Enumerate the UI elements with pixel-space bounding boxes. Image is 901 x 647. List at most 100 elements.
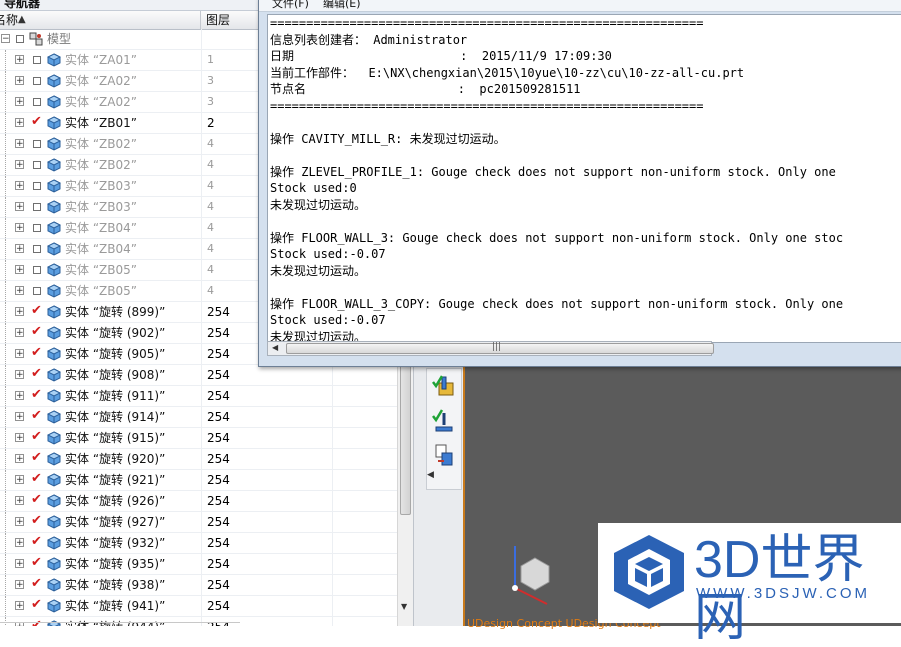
- tree-node-solid[interactable]: + ✔ 实体 “旋转 (915)” 254: [0, 428, 397, 449]
- visible-checkmark-icon[interactable]: ✔: [31, 471, 42, 486]
- tree-node-solid[interactable]: + ✔ 实体 “旋转 (911)” 254: [0, 386, 397, 407]
- tree-node-label: 实体 “ZA01”: [65, 53, 137, 67]
- tree-node-solid[interactable]: + ✔ 实体 “旋转 (927)” 254: [0, 512, 397, 533]
- expand-icon[interactable]: +: [15, 118, 24, 128]
- expand-icon[interactable]: +: [15, 496, 24, 506]
- visible-checkmark-icon[interactable]: ✔: [31, 387, 42, 402]
- scrollbar-thumb[interactable]: [400, 360, 411, 515]
- expand-icon[interactable]: +: [15, 349, 24, 359]
- gouge-check-icon[interactable]: [430, 407, 458, 435]
- tree-node-solid[interactable]: + ✔ 实体 “旋转 (921)” 254: [0, 470, 397, 491]
- verify-toolpath-icon[interactable]: [430, 373, 458, 401]
- scrollbar-thumb[interactable]: |||: [286, 342, 714, 354]
- tree-node-solid[interactable]: + ✔ 实体 “旋转 (926)” 254: [0, 491, 397, 512]
- expand-icon[interactable]: +: [15, 370, 24, 380]
- visibility-checkbox[interactable]: [33, 77, 41, 85]
- expand-icon[interactable]: +: [15, 538, 24, 548]
- expand-icon[interactable]: +: [15, 391, 24, 401]
- tree-node-solid[interactable]: + ✔ 实体 “旋转 (932)” 254: [0, 533, 397, 554]
- scroll-down-arrow-icon[interactable]: ▼: [401, 602, 407, 611]
- visible-checkmark-icon[interactable]: ✔: [31, 534, 42, 549]
- layer-cell: 254: [201, 407, 331, 427]
- menu-edit[interactable]: 编辑(E): [323, 0, 361, 11]
- info-horizontal-scrollbar[interactable]: ◀ |||: [267, 341, 714, 356]
- visible-checkmark-icon[interactable]: ✔: [31, 555, 42, 570]
- scrollbar-grip-icon: |||: [492, 342, 502, 352]
- expand-icon[interactable]: +: [15, 328, 24, 338]
- expand-icon[interactable]: +: [15, 433, 24, 443]
- solid-body-icon: [47, 95, 61, 109]
- visibility-checkbox[interactable]: [33, 203, 41, 211]
- expand-icon[interactable]: +: [15, 454, 24, 464]
- visibility-checkbox[interactable]: [16, 35, 24, 43]
- visibility-checkbox[interactable]: [33, 98, 41, 106]
- visibility-checkbox[interactable]: [33, 287, 41, 295]
- expand-icon[interactable]: +: [15, 307, 24, 317]
- tree-node-solid[interactable]: + ✔ 实体 “旋转 (908)” 254: [0, 365, 397, 386]
- visible-checkmark-icon[interactable]: ✔: [31, 345, 42, 360]
- expand-icon[interactable]: +: [15, 55, 24, 65]
- expand-icon[interactable]: +: [15, 286, 24, 296]
- visible-checkmark-icon[interactable]: ✔: [31, 450, 42, 465]
- expand-icon[interactable]: +: [15, 244, 24, 254]
- navigator-title: 导航器: [4, 0, 41, 10]
- visibility-checkbox[interactable]: [33, 224, 41, 232]
- expand-icon[interactable]: +: [15, 412, 24, 422]
- postprocess-icon[interactable]: [430, 441, 458, 469]
- expand-icon[interactable]: +: [15, 76, 24, 86]
- tree-node-solid[interactable]: + ✔ 实体 “旋转 (914)” 254: [0, 407, 397, 428]
- tree-node-solid[interactable]: + ✔ 实体 “旋转 (941)” 254: [0, 596, 397, 617]
- tree-node-solid[interactable]: + ✔ 实体 “旋转 (938)” 254: [0, 575, 397, 596]
- visible-checkmark-icon[interactable]: ✔: [31, 366, 42, 381]
- expand-icon[interactable]: +: [15, 181, 24, 191]
- menu-file[interactable]: 文件(F): [272, 0, 309, 11]
- visible-checkmark-icon[interactable]: ✔: [31, 408, 42, 423]
- info-line: 信息列表创建者： Administrator: [270, 32, 468, 47]
- visibility-checkbox[interactable]: [33, 56, 41, 64]
- visibility-checkbox[interactable]: [33, 182, 41, 190]
- expand-icon[interactable]: +: [15, 160, 24, 170]
- visibility-checkbox[interactable]: [33, 245, 41, 253]
- expand-icon[interactable]: +: [15, 475, 24, 485]
- layer-cell: 254: [201, 365, 331, 385]
- column-header-name[interactable]: 名称 ▲: [0, 11, 201, 29]
- expand-icon[interactable]: +: [15, 223, 24, 233]
- sort-ascending-icon: ▲: [18, 14, 26, 25]
- navigator-horizontal-scrollbar[interactable]: [0, 622, 240, 626]
- collapse-icon[interactable]: −: [1, 34, 10, 44]
- blank-cell: [332, 554, 398, 574]
- expand-icon[interactable]: +: [15, 139, 24, 149]
- visible-checkmark-icon[interactable]: ✔: [31, 576, 42, 591]
- visible-checkmark-icon[interactable]: ✔: [31, 324, 42, 339]
- expand-icon[interactable]: +: [15, 517, 24, 527]
- info-text-area[interactable]: ========================================…: [267, 14, 901, 343]
- expand-icon[interactable]: +: [15, 97, 24, 107]
- info-line: Stock used:0: [270, 181, 357, 195]
- info-line: 当前工作部件： E:\NX\chengxian\2015\10yue\10-zz…: [270, 65, 745, 80]
- toolbar-overflow-arrow-icon[interactable]: ◀: [427, 470, 434, 480]
- visibility-checkbox[interactable]: [33, 266, 41, 274]
- expand-icon[interactable]: +: [15, 559, 24, 569]
- expand-icon[interactable]: +: [15, 202, 24, 212]
- visible-checkmark-icon[interactable]: ✔: [31, 114, 42, 129]
- expand-icon[interactable]: +: [15, 265, 24, 275]
- visibility-checkbox[interactable]: [33, 161, 41, 169]
- blank-cell: [332, 575, 398, 595]
- expand-icon[interactable]: +: [15, 580, 24, 590]
- tree-node-solid[interactable]: + ✔ 实体 “旋转 (920)” 254: [0, 449, 397, 470]
- tree-node-solid[interactable]: + ✔ 实体 “旋转 (935)” 254: [0, 554, 397, 575]
- tree-node-label: 实体 “旋转 (927)”: [65, 515, 166, 529]
- layer-cell: 254: [201, 428, 331, 448]
- expand-icon[interactable]: +: [15, 601, 24, 611]
- visible-checkmark-icon[interactable]: ✔: [31, 513, 42, 528]
- visible-checkmark-icon[interactable]: ✔: [31, 429, 42, 444]
- visible-checkmark-icon[interactable]: ✔: [31, 303, 42, 318]
- info-line: 节点名 : pc201509281511: [270, 82, 581, 96]
- scroll-left-arrow-icon[interactable]: ◀: [272, 343, 278, 352]
- layer-cell: 254: [201, 596, 331, 616]
- visible-checkmark-icon[interactable]: ✔: [31, 492, 42, 507]
- info-menubar: 文件(F) 编辑(E): [259, 0, 901, 12]
- visibility-checkbox[interactable]: [33, 140, 41, 148]
- visible-checkmark-icon[interactable]: ✔: [31, 597, 42, 612]
- info-line: Stock used:-0.07: [270, 247, 386, 261]
